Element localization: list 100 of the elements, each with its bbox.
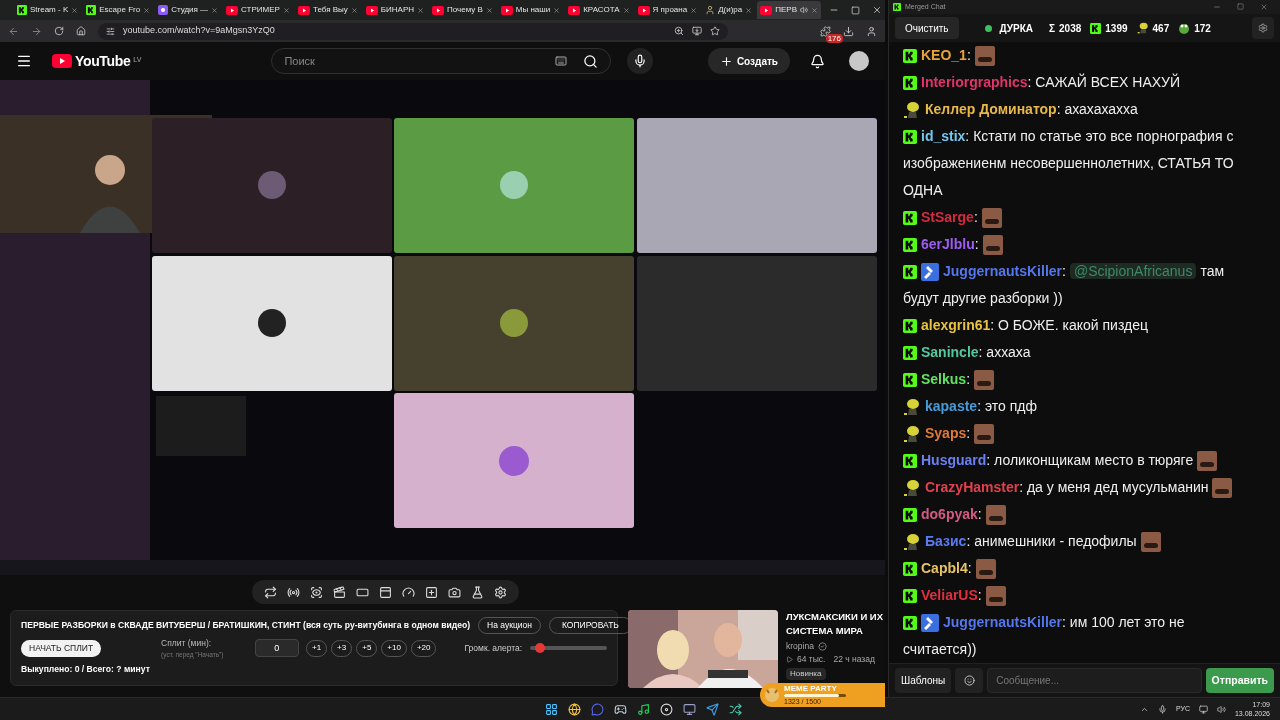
username[interactable]: do6pyak: [921, 506, 978, 522]
platform-logo-icon: [903, 211, 917, 226]
stat-count: 1399: [1105, 21, 1128, 36]
globe-icon[interactable]: [568, 702, 581, 716]
templates-button[interactable]: Шаблоны: [895, 668, 952, 693]
username[interactable]: StSarge: [921, 209, 974, 225]
browser-tab[interactable]: Escape Fro: [83, 1, 154, 19]
address-bar[interactable]: youtube.com/watch?v=9aMgsn3YzQ0: [98, 22, 728, 40]
close-icon[interactable]: [622, 6, 630, 14]
gamepad-icon[interactable]: [614, 702, 627, 716]
mic-icon[interactable]: [1157, 704, 1167, 714]
flask-icon[interactable]: [470, 585, 484, 599]
send-icon[interactable]: [706, 702, 719, 716]
back-icon[interactable]: [8, 25, 19, 37]
close-icon[interactable]: [485, 6, 493, 14]
gauge-icon[interactable]: [401, 585, 415, 599]
forward-icon[interactable]: [31, 25, 42, 37]
close-icon[interactable]: [71, 6, 79, 14]
play-logo-icon: [226, 5, 239, 15]
close-icon[interactable]: [211, 6, 219, 14]
install-icon[interactable]: [692, 26, 702, 36]
username[interactable]: Келлер Доминатор: [925, 101, 1057, 117]
recommended-title[interactable]: ЛУКСМАКСИКИ И ИХ СИСТЕМА МИРА: [786, 610, 896, 638]
username[interactable]: Interiorgraphics: [921, 74, 1028, 90]
figure-icon: [903, 533, 921, 552]
download-icon[interactable]: [843, 25, 854, 37]
platform-logo-icon: [903, 346, 917, 361]
network-icon[interactable]: [1198, 704, 1208, 714]
add-icon[interactable]: [424, 585, 438, 599]
browser-tab[interactable]: Я проана: [634, 1, 701, 19]
close-icon[interactable]: [553, 6, 561, 14]
search-icon[interactable]: [583, 53, 599, 69]
message-input[interactable]: Сообщение...: [987, 668, 1202, 693]
maximize-icon[interactable]: [1237, 3, 1244, 10]
logo-text[interactable]: YouTube: [75, 50, 131, 72]
browser-tab[interactable]: БИНАРН: [362, 1, 427, 19]
browser-tab[interactable]: СТРИМЕР: [223, 1, 293, 19]
bookmark-icon[interactable]: [710, 26, 720, 36]
username[interactable]: Capbl4: [921, 560, 968, 576]
clapperboard-icon[interactable]: [332, 585, 346, 599]
volume-slider[interactable]: [530, 646, 607, 651]
profile-icon[interactable]: [866, 25, 877, 37]
browser-tab[interactable]: Мы наши: [497, 1, 564, 19]
search-input[interactable]: Поиск: [284, 52, 556, 70]
notifications-icon[interactable]: [810, 53, 825, 69]
close-icon[interactable]: [282, 6, 290, 14]
browser-tab[interactable]: КРАСОТА: [565, 1, 633, 19]
browser-tab[interactable]: Stream - K: [14, 1, 82, 19]
menu-icon[interactable]: [16, 53, 32, 69]
chat-bubble-icon[interactable]: [591, 702, 604, 716]
slider-thumb[interactable]: [535, 643, 546, 654]
browser-tab[interactable]: Д(и)ра: [702, 1, 756, 19]
emoji-button[interactable]: [955, 668, 984, 693]
frame-icon[interactable]: [378, 585, 392, 599]
send-button[interactable]: Отправить: [1205, 668, 1274, 693]
figure-icon: [1136, 22, 1149, 34]
close-icon[interactable]: [872, 5, 883, 15]
camera-icon[interactable]: [447, 585, 461, 599]
eye-icon[interactable]: [309, 585, 323, 599]
broadcast-icon[interactable]: [286, 585, 300, 599]
close-icon[interactable]: [350, 6, 358, 14]
repeat-icon[interactable]: [263, 585, 277, 599]
username[interactable]: 6erJlblu: [921, 236, 975, 252]
start-split-button[interactable]: НАЧАТЬ СПЛИТ: [21, 639, 102, 657]
browser-tab[interactable]: Почему В: [429, 1, 496, 19]
shuffle-icon[interactable]: [729, 702, 742, 716]
start-icon[interactable]: [545, 702, 558, 716]
split-input[interactable]: 0: [254, 639, 299, 658]
voice-search-button[interactable]: [627, 48, 654, 74]
clear-button[interactable]: Очистить: [895, 17, 959, 39]
avatar[interactable]: [849, 51, 869, 71]
username[interactable]: Sanincle: [921, 344, 979, 360]
keyboard-icon[interactable]: [555, 55, 568, 67]
music-icon[interactable]: [637, 702, 650, 716]
username[interactable]: VeliarUS: [921, 587, 978, 603]
channel-name[interactable]: kropina: [786, 640, 814, 653]
monitor-icon[interactable]: [683, 702, 696, 716]
username[interactable]: KEO_1: [921, 47, 967, 63]
extensions-icon[interactable]: [820, 25, 831, 37]
settings-icon[interactable]: [493, 585, 507, 599]
home-icon[interactable]: [76, 26, 86, 36]
disc-icon[interactable]: [660, 702, 673, 716]
close-icon[interactable]: [690, 6, 698, 14]
close-icon[interactable]: [417, 6, 424, 14]
create-button[interactable]: Создать: [707, 48, 790, 74]
mention[interactable]: @ScipionAfricanus: [1069, 263, 1197, 279]
browser-tab[interactable]: ПЕРВ: [757, 1, 822, 19]
zoom-icon[interactable]: [674, 26, 684, 36]
maximize-icon[interactable]: [851, 5, 861, 15]
play-logo-icon[interactable]: [52, 54, 72, 68]
settings-button[interactable]: [1252, 17, 1274, 39]
browser-tab[interactable]: Тебя Выу: [294, 1, 361, 19]
mic-icon: [633, 54, 648, 68]
reload-icon[interactable]: [54, 26, 64, 36]
close-icon[interactable]: [143, 6, 151, 14]
search-field[interactable]: Поиск: [271, 48, 612, 74]
volume-icon[interactable]: [1216, 704, 1226, 714]
site-settings-icon[interactable]: [106, 26, 115, 36]
browser-tab[interactable]: Студия —: [155, 1, 222, 19]
close-icon[interactable]: [745, 6, 753, 14]
